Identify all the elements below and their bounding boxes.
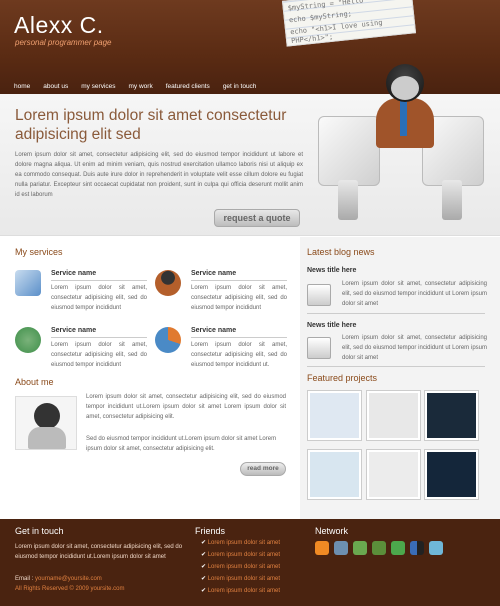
projects-title: Featured projects xyxy=(307,373,378,383)
code-note-image: $myString = "Hello" echo $myString; echo… xyxy=(281,0,417,47)
nav-my-work[interactable]: my work xyxy=(129,83,153,90)
nav-get-in-touch[interactable]: get in touch xyxy=(223,83,257,90)
service-title[interactable]: Service name xyxy=(51,327,147,338)
divider xyxy=(307,313,485,314)
services-title: My services xyxy=(15,247,63,257)
friend-link[interactable]: Lorem ipsum dolor sit amet xyxy=(201,573,280,585)
service-title[interactable]: Service name xyxy=(191,327,287,338)
project-thumbnail[interactable] xyxy=(307,449,362,500)
delicious-icon[interactable] xyxy=(353,541,367,555)
hero-title: Lorem ipsum dolor sit amet consectetur a… xyxy=(15,107,287,143)
footer-email-link[interactable]: yourname@yoursite.com xyxy=(35,576,102,582)
main-nav: home about us my services my work featur… xyxy=(14,83,256,90)
blog-post-text: Lorem ipsum dolor sit amet, consectetur … xyxy=(342,335,487,361)
footer-network-title: Network xyxy=(315,526,349,536)
request-quote-button[interactable]: request a quote xyxy=(214,209,300,227)
divider xyxy=(307,366,485,367)
stumbleupon-icon[interactable] xyxy=(372,541,386,555)
service-text: Lorem ipsum dolor sit amet, consectetur … xyxy=(191,285,287,311)
blog-post-title[interactable]: News title here xyxy=(307,322,356,329)
about-title: About me xyxy=(15,377,54,387)
user-icon xyxy=(155,270,181,296)
about-text-secondary: Sed do eiusmod tempor incididunt ut.Lore… xyxy=(86,436,277,452)
service-text: Lorem ipsum dolor sit amet, consectetur … xyxy=(51,342,147,368)
footer-friends-title: Friends xyxy=(195,526,226,536)
blog-post-text: Lorem ipsum dolor sit amet, consectetur … xyxy=(342,281,487,307)
avatar-head-icon xyxy=(34,403,60,429)
person-tie xyxy=(400,100,407,136)
delicious-blocks-icon[interactable] xyxy=(410,541,424,555)
digg-icon[interactable] xyxy=(334,541,348,555)
newspaper-icon xyxy=(307,337,331,359)
project-thumbnail[interactable] xyxy=(366,390,421,441)
rss-icon[interactable] xyxy=(315,541,329,555)
person-face xyxy=(391,76,419,100)
footer-contact-title: Get in touch xyxy=(15,526,64,536)
globe-icon xyxy=(15,327,41,353)
nav-about-us[interactable]: about us xyxy=(43,83,68,90)
chart-icon xyxy=(155,327,181,353)
technorati-icon[interactable] xyxy=(391,541,405,555)
footer-copyright: All Rights Reserved © 2009 yoursite.com xyxy=(15,586,125,592)
service-title[interactable]: Service name xyxy=(191,270,287,281)
footer-email: Email : yourname@yoursite.com xyxy=(15,574,102,584)
project-thumbnail[interactable] xyxy=(424,449,479,500)
project-thumbnail[interactable] xyxy=(424,390,479,441)
service-title[interactable]: Service name xyxy=(51,270,147,281)
read-more-button[interactable]: read more xyxy=(240,462,286,476)
about-text: Lorem ipsum dolor sit amet, consectetur … xyxy=(86,394,286,420)
newspaper-icon xyxy=(307,284,331,306)
footer-contact-text: Lorem ipsum dolor sit amet, consectetur … xyxy=(15,544,183,560)
project-thumbnail[interactable] xyxy=(366,449,421,500)
blog-post-title[interactable]: News title here xyxy=(307,267,356,274)
nav-my-services[interactable]: my services xyxy=(81,83,115,90)
avatar-body-icon xyxy=(28,427,66,449)
computer-icon xyxy=(15,270,41,296)
nav-featured-clients[interactable]: featured clients xyxy=(166,83,210,90)
site-tagline: personal programmer page xyxy=(15,38,112,47)
site-logo[interactable]: Alexx C. xyxy=(14,12,104,39)
hero-text: Lorem ipsum dolor sit amet, consectetur … xyxy=(15,152,303,198)
friend-link[interactable]: Lorem ipsum dolor sit amet xyxy=(201,585,280,597)
twitter-icon[interactable] xyxy=(429,541,443,555)
service-text: Lorem ipsum dolor sit amet, consectetur … xyxy=(191,342,287,368)
friend-link[interactable]: Lorem ipsum dolor sit amet xyxy=(201,549,280,561)
footer-email-label: Email : xyxy=(15,576,34,582)
project-thumbnail[interactable] xyxy=(307,390,362,441)
monitor-left xyxy=(318,116,380,186)
friends-list: Lorem ipsum dolor sit amet Lorem ipsum d… xyxy=(201,537,280,597)
monitor-stand-right xyxy=(442,180,462,220)
friend-link[interactable]: Lorem ipsum dolor sit amet xyxy=(201,537,280,549)
friend-link[interactable]: Lorem ipsum dolor sit amet xyxy=(201,561,280,573)
blog-title: Latest blog news xyxy=(307,247,375,257)
programmer-illustration xyxy=(310,60,500,235)
avatar xyxy=(15,396,77,450)
monitor-stand-left xyxy=(338,180,358,220)
nav-home[interactable]: home xyxy=(14,83,30,90)
service-text: Lorem ipsum dolor sit amet, consectetur … xyxy=(51,285,147,311)
